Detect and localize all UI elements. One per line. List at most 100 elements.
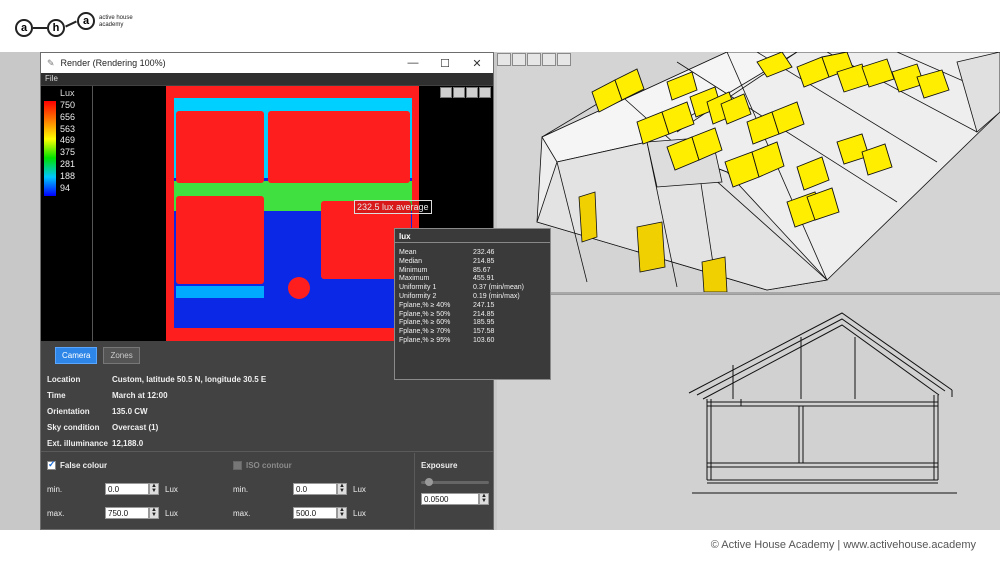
minimize-button[interactable]: — (397, 57, 429, 69)
tab-zones[interactable]: Zones (103, 347, 140, 364)
legend-tick: 563 (60, 123, 76, 134)
stats-title: lux (395, 229, 550, 243)
fc-max-unit: Lux (165, 509, 178, 518)
brand-letter-h: h (47, 19, 65, 37)
info-value: Custom, latitude 50.5 N, longitude 30.5 … (112, 374, 267, 384)
stats-key: Fplane,% ≥ 60% (399, 319, 451, 327)
stats-row: Uniformity 1 0.37 (min/mean) (399, 284, 546, 293)
app-icon: ✎ (47, 57, 55, 68)
menu-bar: File (41, 73, 493, 85)
brand-line2: academy (99, 22, 124, 28)
window-title: Render (Rendering 100%) (60, 58, 166, 68)
stepper-arrows-icon[interactable]: ▲ ▼ (337, 483, 347, 495)
iso-contour-toggle[interactable]: ISO contour (233, 461, 292, 471)
info-row: Orientation 135.0 CW (47, 403, 487, 419)
stats-row: Mean 232.46 (399, 249, 546, 258)
stats-row: Fplane,% ≥ 50% 214.85 (399, 311, 546, 320)
fc-min-input[interactable] (105, 483, 149, 495)
view-persp-icon[interactable] (557, 53, 571, 66)
iso-max-input[interactable] (293, 507, 337, 519)
render-toolbar (440, 87, 491, 98)
save-image-icon[interactable] (479, 87, 491, 98)
window-titlebar[interactable]: ✎ Render (Rendering 100%) — ☐ ✕ (41, 53, 493, 73)
stepper-arrows-icon[interactable]: ▲ ▼ (337, 507, 347, 519)
stats-row: Fplane,% ≥ 70% 157.58 (399, 328, 546, 337)
brand-line1: active house (99, 15, 133, 21)
maximize-button[interactable]: ☐ (429, 57, 461, 70)
lux-statistics-panel: lux Mean 232.46 Median 214.85 Minimum 85.67… (394, 228, 551, 380)
brand-letter-a: a (15, 19, 33, 37)
stats-row: Minimum 85.67 (399, 267, 546, 276)
viewport-section[interactable] (497, 294, 1000, 530)
info-key: Time (47, 390, 66, 400)
view-side-icon[interactable] (527, 53, 541, 66)
legend-tick: 281 (60, 158, 76, 169)
tab-camera[interactable]: Camera (55, 347, 98, 364)
tab-bar: Camera Zones (55, 347, 140, 364)
exposure-input[interactable] (421, 493, 479, 505)
exposure-slider[interactable] (421, 478, 489, 486)
menu-file[interactable]: File (45, 74, 58, 83)
info-row: Ext. illuminance 12,188.0 (47, 435, 487, 451)
stats-key: Median (399, 257, 422, 265)
stats-row: Median 214.85 (399, 258, 546, 267)
brand-logo: a h a active house academy (15, 12, 133, 42)
zoom-out-icon[interactable] (453, 87, 465, 98)
info-value: 12,188.0 (112, 438, 144, 448)
stats-value: 0.19 (min/max) (473, 292, 520, 300)
stats-key: Maximum (399, 275, 430, 283)
iso-min-unit: Lux (353, 485, 366, 494)
view-iso-icon[interactable] (542, 53, 556, 66)
fc-min-label: min. (47, 485, 63, 494)
info-value: 135.0 CW (112, 406, 148, 416)
exposure-label: Exposure (421, 461, 458, 470)
brand-letter-a2: a (77, 12, 95, 30)
false-colour-toggle[interactable]: False colour (47, 459, 107, 471)
stepper-arrows-icon[interactable]: ▲ ▼ (149, 507, 159, 519)
legend-tick: 94 (60, 182, 71, 193)
exposure-stepper[interactable]: ▲▼ (421, 493, 489, 505)
stats-value: 0.37 (min/mean) (473, 284, 524, 292)
iso-max-stepper[interactable]: ▲▼ (293, 507, 347, 519)
stats-key: Fplane,% ≥ 50% (399, 310, 451, 318)
info-value: Overcast (1) (112, 422, 159, 432)
stats-key: Uniformity 1 (399, 284, 437, 292)
fc-min-stepper[interactable]: ▲▼ (105, 483, 159, 495)
view-front-icon[interactable] (512, 53, 526, 66)
stepper-arrows-icon[interactable]: ▲ ▼ (479, 493, 489, 505)
view-top-icon[interactable] (497, 53, 511, 66)
brand-text: active house academy (99, 15, 133, 29)
divider-vertical (414, 453, 415, 529)
fc-max-stepper[interactable]: ▲▼ (105, 507, 159, 519)
viewport-toolbar (497, 53, 571, 66)
close-button[interactable]: ✕ (461, 57, 493, 70)
fit-icon[interactable] (466, 87, 478, 98)
stats-value: 85.67 (473, 266, 491, 274)
false-colour-checkbox[interactable] (47, 459, 56, 471)
legend-tick: 188 (60, 170, 76, 181)
stats-row: Fplane,% ≥ 60% 185.95 (399, 319, 546, 328)
stats-key: Uniformity 2 (399, 292, 437, 300)
stats-row: Maximum 455.91 (399, 275, 546, 284)
fc-max-input[interactable] (105, 507, 149, 519)
stats-row: Fplane,% ≥ 40% 247.15 (399, 302, 546, 311)
house-perspective-drawing (536, 52, 1000, 293)
house-section-drawing (688, 312, 957, 494)
fc-max-label: max. (47, 509, 65, 518)
stats-value: 103.60 (473, 336, 495, 344)
slider-knob[interactable] (425, 478, 433, 486)
average-tag[interactable]: 232.5 lux average (354, 200, 432, 214)
legend-tick: 469 (60, 135, 76, 146)
render-info: Location Custom, latitude 50.5 N, longitu… (47, 371, 487, 451)
stepper-arrows-icon[interactable]: ▲ ▼ (149, 483, 159, 495)
stats-value: 247.15 (473, 301, 495, 309)
legend-tick: 750 (60, 100, 76, 110)
iso-min-input[interactable] (293, 483, 337, 495)
zoom-in-icon[interactable] (440, 87, 452, 98)
viewport-perspective[interactable] (497, 52, 1000, 293)
iso-min-stepper[interactable]: ▲▼ (293, 483, 347, 495)
stats-value: 232.46 (473, 249, 495, 256)
iso-contour-checkbox[interactable] (233, 461, 242, 471)
info-row: Time March at 12:00 (47, 387, 487, 403)
iso-max-label: max. (233, 509, 251, 518)
